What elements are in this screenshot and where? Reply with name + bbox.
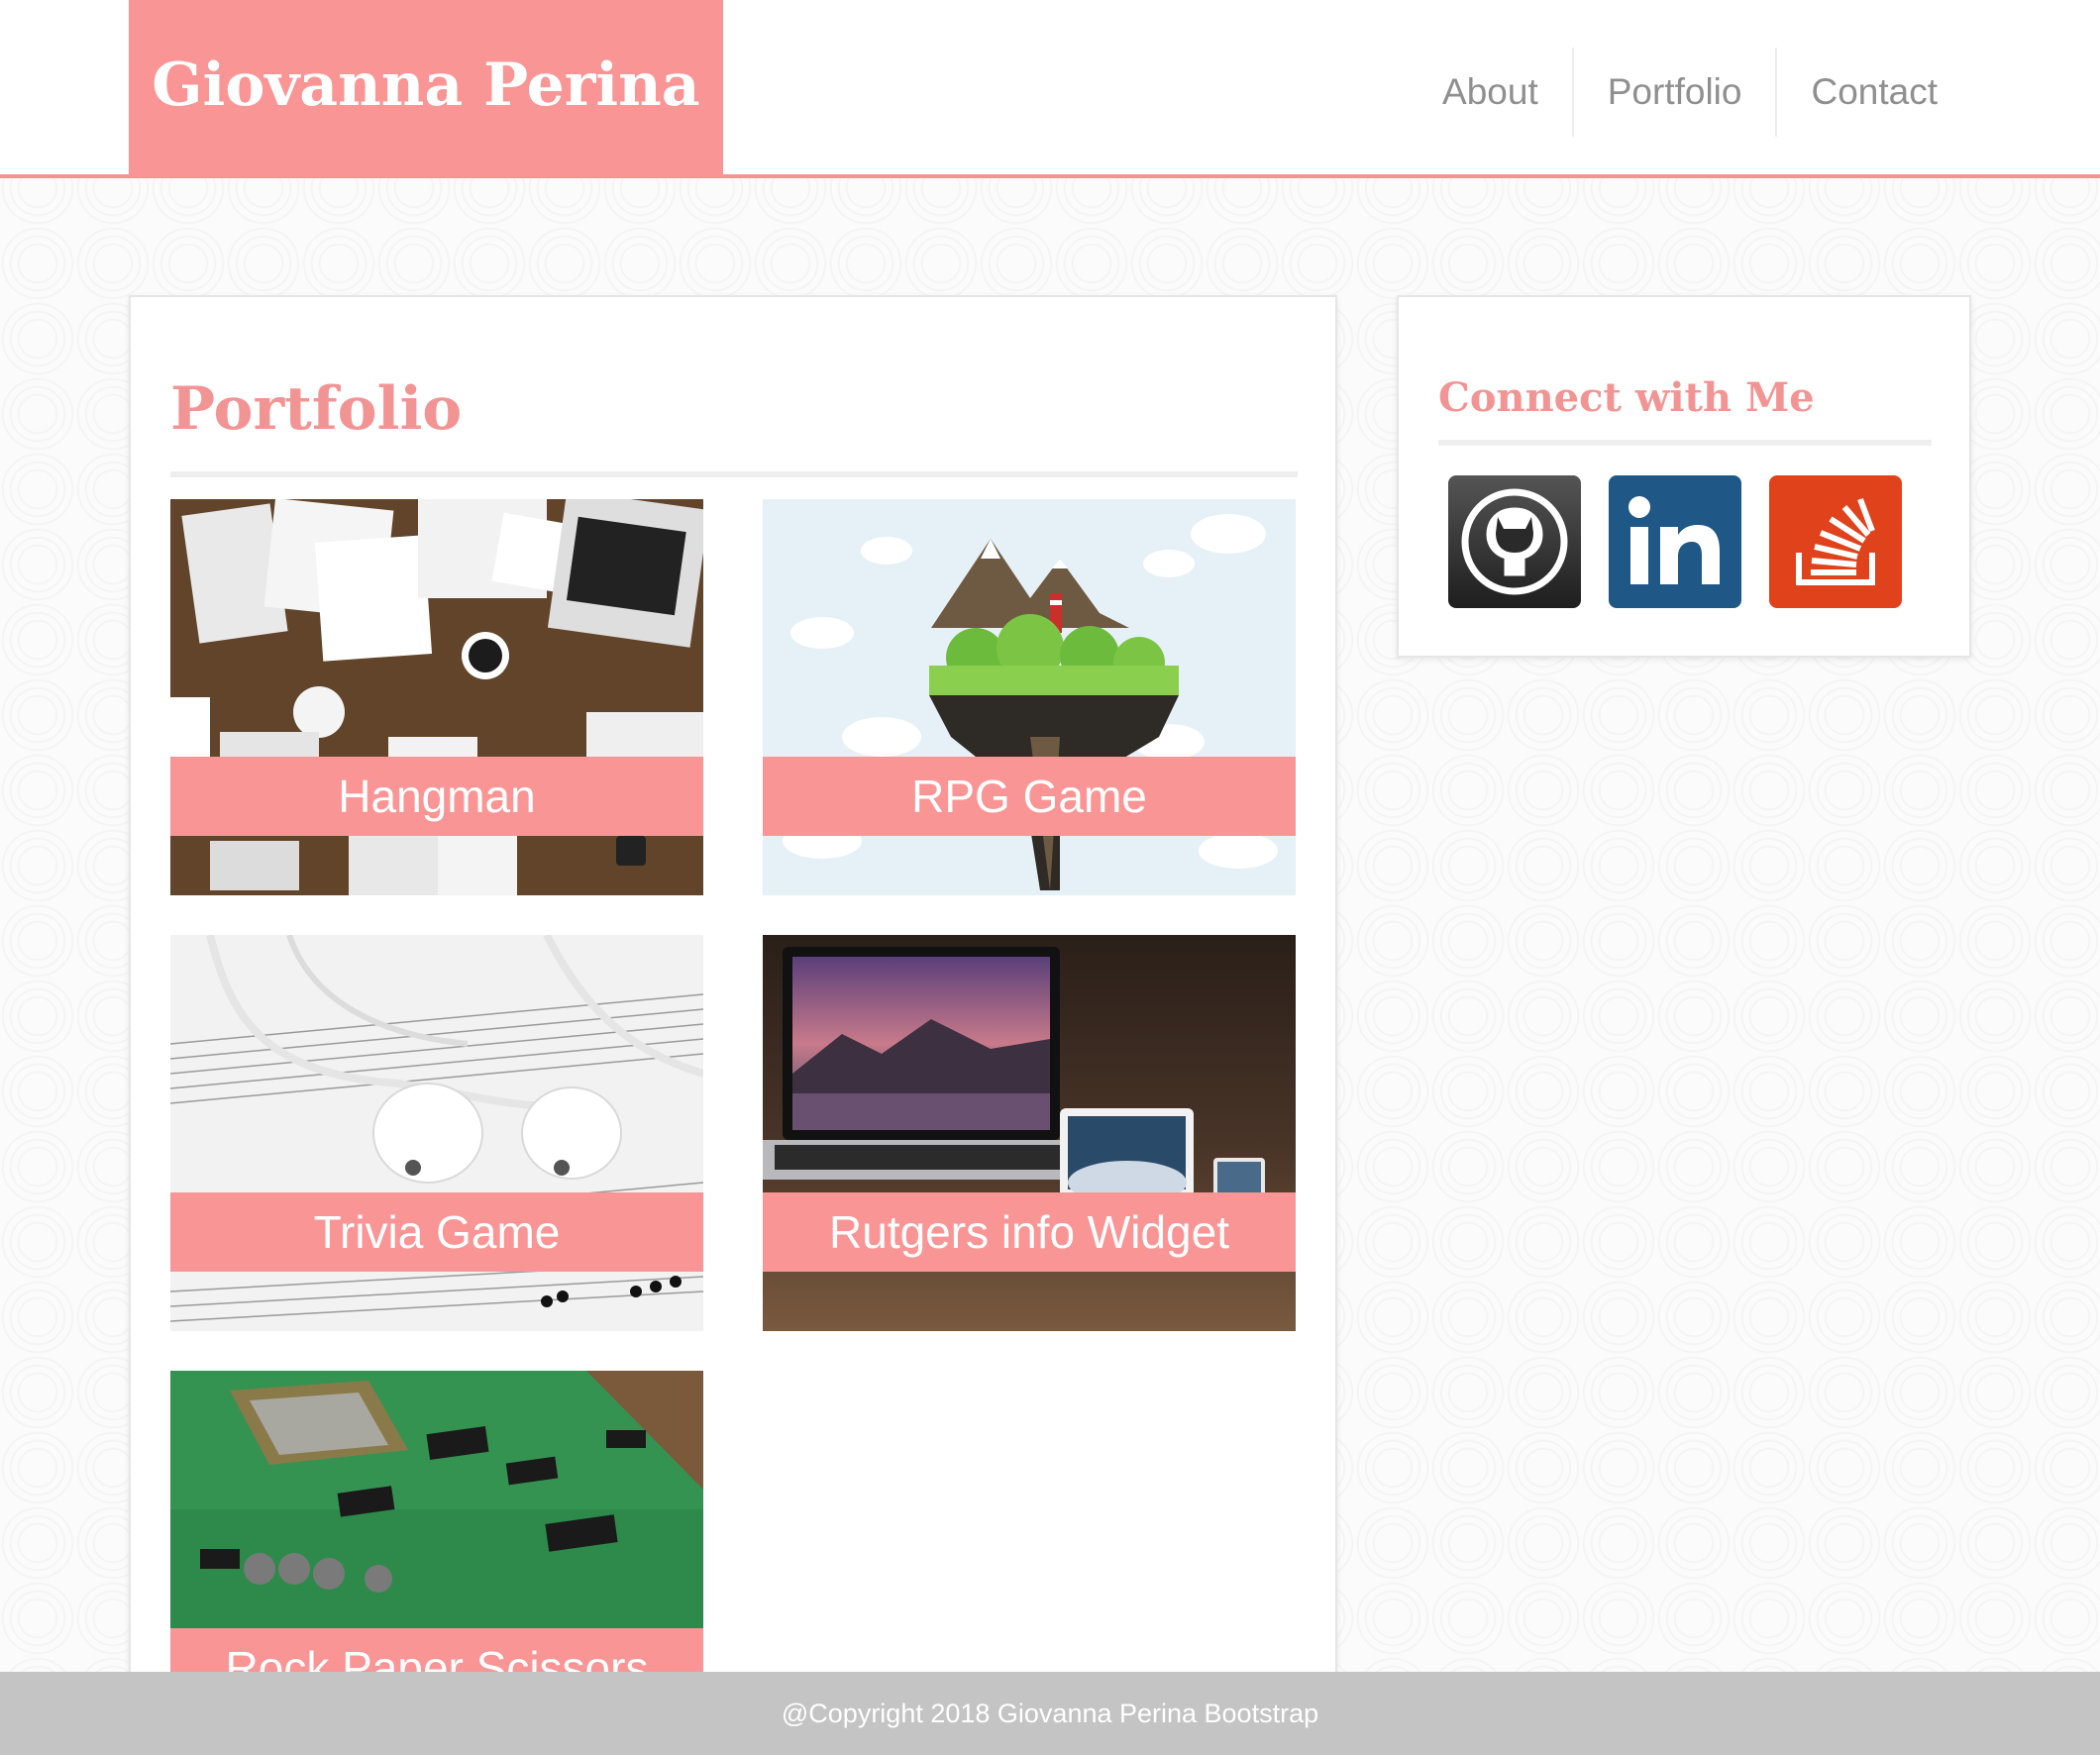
github-icon — [1448, 475, 1581, 608]
project-tile-rutgers-info-widget[interactable]: Rutgers info Widget — [763, 935, 1296, 1331]
connect-title: Connect with Me — [1438, 374, 1815, 421]
main-nav: About Portfolio Contact — [1409, 48, 1971, 137]
project-label: Trivia Game — [170, 1192, 703, 1272]
project-tile-rpg-game[interactable]: RPG Game — [763, 499, 1296, 895]
portfolio-card: Portfolio Hangman RPG Game Trivia Game R… — [129, 295, 1337, 1755]
connect-card: Connect with Me — [1397, 295, 1971, 658]
earbuds-sheet-music-image — [170, 935, 703, 1331]
desk-workspace-image — [170, 499, 703, 895]
project-label: RPG Game — [763, 757, 1296, 836]
connect-divider — [1438, 440, 1932, 446]
linkedin-icon — [1609, 475, 1741, 608]
nav-contact-link[interactable]: Contact — [1775, 48, 1971, 137]
floating-island-image — [763, 499, 1296, 895]
nav-portfolio-link[interactable]: Portfolio — [1571, 48, 1776, 137]
stackoverflow-link[interactable] — [1769, 475, 1902, 608]
page-title: Portfolio — [170, 374, 463, 444]
title-divider — [170, 471, 1298, 477]
github-link[interactable] — [1448, 475, 1581, 608]
nav-about-link[interactable]: About — [1409, 48, 1572, 137]
site-header: Giovanna Perina About Portfolio Contact — [0, 0, 2100, 178]
linkedin-link[interactable] — [1609, 475, 1741, 608]
project-tile-trivia-game[interactable]: Trivia Game — [170, 935, 703, 1331]
brand-title[interactable]: Giovanna Perina — [129, 0, 723, 176]
stackoverflow-icon — [1769, 475, 1902, 608]
project-tile-hangman[interactable]: Hangman — [170, 499, 703, 895]
laptop-tablet-phone-image — [763, 935, 1296, 1331]
project-label: Hangman — [170, 757, 703, 836]
project-label: Rutgers info Widget — [763, 1192, 1296, 1272]
site-footer: @Copyright 2018 Giovanna Perina Bootstra… — [0, 1672, 2100, 1755]
